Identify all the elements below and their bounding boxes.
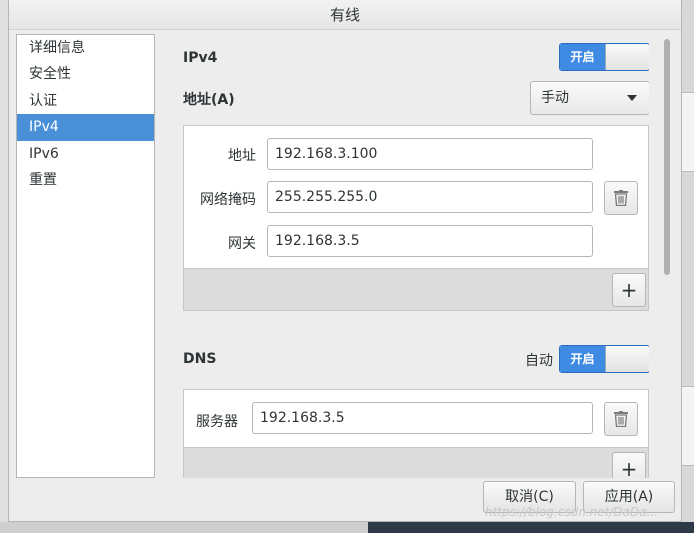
ipv4-heading: IPv4: [183, 50, 218, 66]
sidebar: 详细信息 安全性 认证 IPv4 IPv6 重置: [16, 34, 155, 478]
trash-icon: [614, 411, 628, 427]
ipv4-settings-pane: IPv4 开启 地址(A) 手动 地址 192.168.3.100 网络掩码 2…: [167, 34, 649, 478]
add-address-button[interactable]: +: [612, 273, 646, 307]
sidebar-item-reset[interactable]: 重置: [17, 167, 154, 193]
chevron-down-icon: [627, 95, 637, 101]
delete-dns-button[interactable]: [604, 402, 638, 436]
method-dropdown[interactable]: 手动: [530, 81, 649, 115]
sidebar-item-authentication[interactable]: 认证: [17, 88, 154, 114]
address-panel: 地址 192.168.3.100 网络掩码 255.255.255.0 网关 1…: [183, 125, 649, 311]
netmask-label: 网络掩码: [200, 192, 256, 208]
sidebar-item-details[interactable]: 详细信息: [17, 35, 154, 61]
dns-toggle-knob: [605, 346, 649, 372]
ipv4-toggle-on-label: 开启: [560, 44, 605, 70]
sidebar-item-ipv6[interactable]: IPv6: [17, 141, 154, 167]
dns-panel: 服务器 192.168.3.5 +: [183, 389, 649, 478]
address-panel-footer: +: [184, 268, 648, 310]
ipv4-toggle-knob: [605, 44, 649, 70]
background-window-right: [680, 0, 694, 533]
dns-panel-footer: +: [184, 447, 648, 478]
scrollbar[interactable]: [663, 36, 671, 476]
dns-server-label: 服务器: [196, 414, 238, 430]
trash-icon: [614, 190, 628, 206]
netmask-input[interactable]: 255.255.255.0: [267, 181, 593, 213]
gateway-label: 网关: [228, 236, 256, 252]
address-input[interactable]: 192.168.3.100: [267, 138, 593, 170]
sidebar-item-security[interactable]: 安全性: [17, 61, 154, 87]
scrollbar-thumb[interactable]: [664, 39, 670, 275]
method-dropdown-value: 手动: [541, 90, 569, 106]
background-bottom: [0, 522, 694, 533]
background-fragment: [680, 92, 694, 172]
sidebar-item-ipv4[interactable]: IPv4: [17, 114, 154, 141]
gateway-input[interactable]: 192.168.3.5: [267, 225, 593, 257]
address-heading: 地址(A): [183, 92, 235, 108]
background-fragment: [680, 386, 694, 466]
dns-toggle-on-label: 开启: [560, 346, 605, 372]
add-dns-button[interactable]: +: [612, 452, 646, 478]
dns-auto-label: 自动: [525, 353, 553, 369]
wired-settings-dialog: 有线 详细信息 安全性 认证 IPv4 IPv6 重置 IPv4 开启 地址(A…: [8, 0, 682, 522]
ipv4-toggle[interactable]: 开启: [559, 43, 649, 71]
address-label: 地址: [228, 148, 256, 164]
dns-auto-toggle[interactable]: 开启: [559, 345, 649, 373]
window-title: 有线: [9, 0, 681, 30]
watermark: https://blog.csdn.net/DaDa...: [485, 505, 658, 519]
background-dark-strip: [368, 522, 694, 533]
delete-address-button[interactable]: [604, 181, 638, 215]
dns-heading: DNS: [183, 351, 217, 367]
dns-server-input[interactable]: 192.168.3.5: [252, 402, 593, 434]
